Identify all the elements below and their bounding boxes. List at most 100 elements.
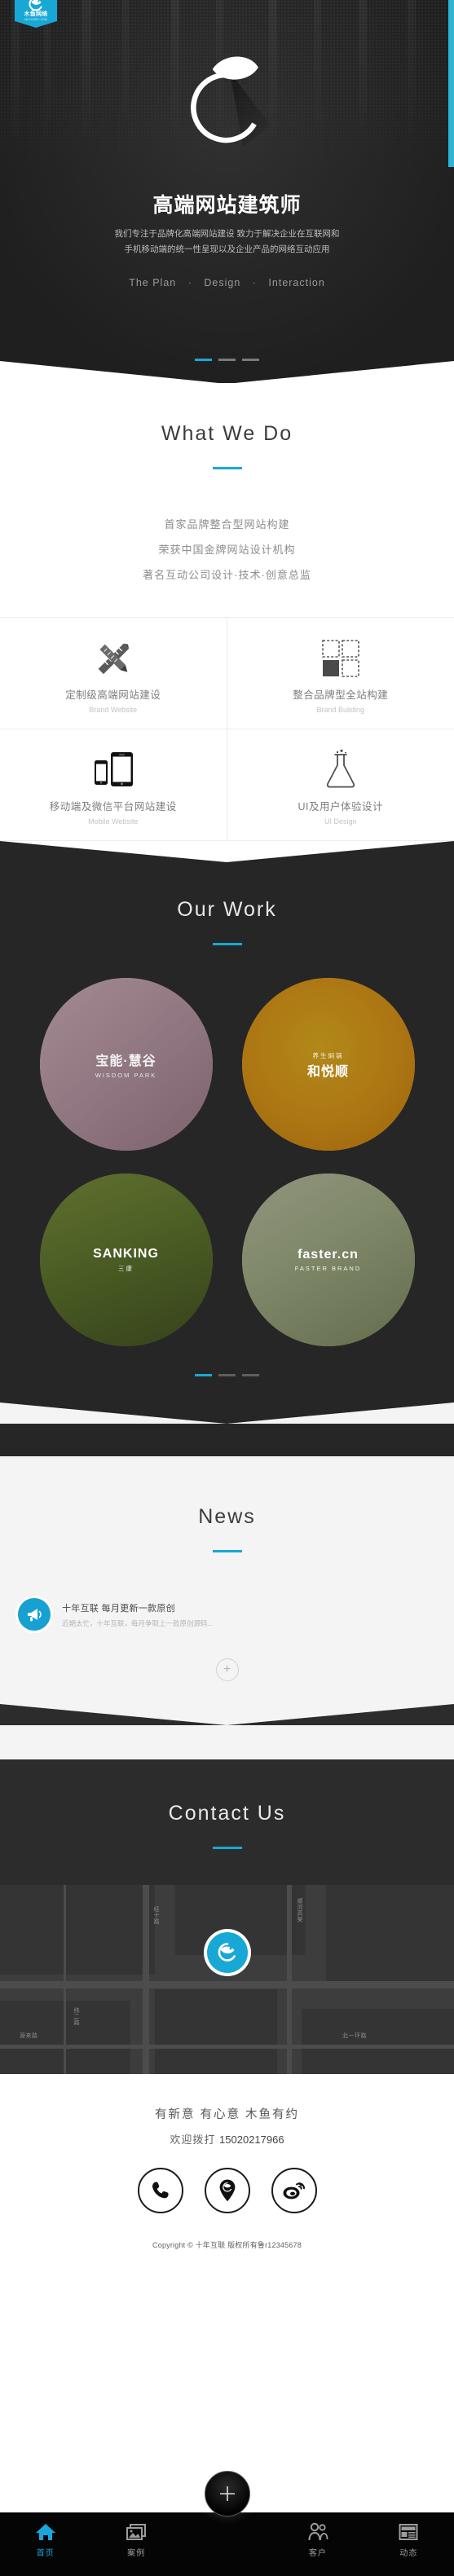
contact-slogan: 有新意 有心意 木鱼有约 [154, 2108, 300, 2121]
fish-eye-logo-icon [218, 1943, 236, 1962]
hero-tag-plan: The Plan [129, 277, 177, 288]
what-we-do-header: What We Do [0, 422, 454, 469]
tab-cases[interactable]: 案例 [90, 2521, 181, 2558]
social-weibo-button[interactable] [271, 2168, 317, 2213]
contact-title: Contact Us [168, 1802, 286, 1825]
mobile-page: 木鱼网络 MUYU0007.COM 高端网站建筑师 我们专注于品牌化高端网站建设 [0, 0, 454, 2576]
badge-domain: MUYU0007.COM [24, 18, 47, 21]
contact-section: Contact Us 经十路 顺河高架 纬二路 源来路 北一环路 有新意 有心意… [0, 1759, 454, 2250]
hero-slider-pagination[interactable] [0, 359, 454, 361]
intro-line-2: 荣获中国金牌网站设计机构 [158, 544, 296, 556]
news-underline [212, 1550, 242, 1552]
phone-tablet-icon [5, 747, 222, 793]
our-work-section: Our Work 宝能·慧谷 WISDOM PARK 养生焖锅 和悦顺 SANK… [0, 862, 454, 1456]
services-grid: 定制级高端网站建设 Brand Website 整合品牌型全站构建 Brand … [0, 617, 454, 841]
service-title-brand-building: 整合品牌型全站构建 [293, 689, 389, 701]
badge-title: 木鱼网络 [24, 11, 48, 17]
tab-home-label: 首页 [36, 2549, 55, 2558]
megaphone-icon [18, 1598, 51, 1631]
location-pin-icon [219, 2179, 235, 2202]
news-section: News 十年互联 每月更新一款原创 近期太忙，十年互联，每月争取上一款原创源码… [0, 1456, 454, 1759]
gallery-icon [90, 2521, 181, 2543]
portfolio-item-3[interactable]: SANKING 三康 [39, 1174, 213, 1346]
news-bottom-chevron [0, 1704, 454, 1725]
service-card-brand-building[interactable]: 整合品牌型全站构建 Brand Building [227, 618, 454, 729]
map-block [0, 1885, 155, 1975]
map-location-pin[interactable] [206, 1932, 248, 1973]
news-icon [364, 2521, 454, 2543]
portfolio-name-4: faster.cn [298, 1248, 359, 1262]
contact-call-label: 欢迎拨打 [170, 2133, 216, 2146]
portfolio-item-4[interactable]: faster.cn FASTER BRAND [241, 1174, 415, 1346]
service-card-brand-website[interactable]: 定制级高端网站建设 Brand Website [0, 618, 227, 729]
news-item-text: 十年互联 每月更新一款原创 近期太忙，十年互联，每月争取上一款原创源码... [62, 1601, 436, 1628]
hero-subtitle-line-2: 手机移动端的统一性呈现以及企业产品的网络互动应用 [124, 244, 330, 254]
hero-slide-dot-1[interactable] [195, 359, 212, 361]
our-work-header: Our Work [0, 898, 454, 945]
contact-header: Contact Us [0, 1802, 454, 1849]
news-item-desc: 近期太忙，十年互联，每月争取上一款原创源码... [62, 1618, 214, 1627]
tab-home[interactable]: 首页 [0, 2521, 90, 2558]
service-card-mobile-website[interactable]: 移动端及微信平台网站建设 Mobile Website [0, 729, 227, 841]
map-label: 源来路 [20, 2033, 38, 2039]
service-subtitle-mobile-website: Mobile Website [88, 817, 139, 826]
service-title-mobile-website: 移动端及微信平台网站建设 [49, 801, 177, 812]
news-list: 十年互联 每月更新一款原创 近期太忙，十年互联，每月争取上一款原创源码... [0, 1590, 454, 1639]
portfolio-grid: 宝能·慧谷 WISDOM PARK 养生焖锅 和悦顺 SANKING 三康 fa… [39, 978, 415, 1346]
map-label: 顺河高架 [297, 1898, 302, 1922]
our-work-underline [212, 943, 242, 945]
map-road-vertical [287, 1885, 292, 2074]
map-road-vertical [64, 1885, 66, 2074]
hero-slide-dot-2[interactable] [218, 359, 236, 361]
what-we-do-intro: 首家品牌整合型网站构建 荣获中国金牌网站设计机构 著名互动公司设计·技术·创意总… [0, 512, 454, 588]
hero-tag-separator-2: · [252, 277, 257, 288]
news-title: News [198, 1505, 256, 1528]
intro-line-1: 首家品牌整合型网站构建 [164, 518, 290, 531]
portfolio-label-3: SANKING 三康 [93, 1247, 159, 1273]
copyright-text: Copyright © 十年互联 版权所有鲁r12345678 [152, 2241, 302, 2249]
phone-icon [152, 2182, 169, 2199]
tab-customers-label: 客户 [308, 2549, 327, 2558]
news-load-more-button[interactable]: + [215, 1658, 239, 1681]
map-road-horizontal [0, 2045, 454, 2049]
map-label: 纬二路 [73, 2007, 79, 2026]
hero-slide-dot-3[interactable] [242, 359, 259, 361]
contact-underline [212, 1847, 242, 1849]
bottom-tab-bar: 首页 案例 客户 动态 [0, 2471, 454, 2576]
social-location-button[interactable] [204, 2168, 250, 2213]
tab-add[interactable] [182, 2471, 272, 2523]
badge-logo-icon [15, 0, 57, 11]
intro-line-3: 著名互动公司设计·技术·创意总监 [143, 569, 311, 581]
portfolio-slide-dot-1[interactable] [195, 1374, 212, 1376]
map-block [302, 2009, 454, 2074]
contact-map[interactable]: 经十路 顺河高架 纬二路 源来路 北一环路 [0, 1885, 454, 2074]
service-card-ui-design[interactable]: UI及用户体验设计 UI Design [227, 729, 454, 841]
hero-tag-separator-1: · [187, 277, 192, 288]
tab-news[interactable]: 动态 [364, 2521, 454, 2558]
social-phone-button[interactable] [137, 2168, 183, 2213]
map-block [155, 1989, 277, 2074]
hero-tags: The Plan · Design · Interaction [0, 277, 454, 288]
service-title-brand-website: 定制级高端网站建设 [65, 689, 161, 701]
service-subtitle-brand-building: Brand Building [316, 706, 365, 714]
users-icon [272, 2521, 363, 2543]
tab-customers[interactable]: 客户 [272, 2521, 363, 2558]
news-item-title: 十年互联 每月更新一款原创 [62, 1603, 175, 1614]
contact-call-line: 欢迎拨打 15020217966 [0, 2131, 454, 2147]
portfolio-item-2[interactable]: 养生焖锅 和悦顺 [241, 978, 415, 1151]
portfolio-item-1[interactable]: 宝能·慧谷 WISDOM PARK [39, 978, 213, 1151]
our-work-title: Our Work [177, 898, 277, 921]
portfolio-slider-pagination[interactable] [0, 1374, 454, 1376]
plus-icon[interactable] [204, 2471, 250, 2517]
what-we-do-underline [212, 467, 242, 469]
contact-phone-number[interactable]: 15020217966 [219, 2133, 284, 2146]
portfolio-slide-dot-2[interactable] [218, 1374, 236, 1376]
news-list-item[interactable]: 十年互联 每月更新一款原创 近期太忙，十年互联，每月争取上一款原创源码... [0, 1590, 454, 1639]
portfolio-slide-dot-3[interactable] [242, 1374, 259, 1376]
map-road-vertical [143, 1885, 149, 2074]
tab-cases-label: 案例 [127, 2549, 146, 2558]
portfolio-sub-2: 养生焖锅 [312, 1052, 344, 1059]
portfolio-label-2: 养生焖锅 和悦顺 [307, 1049, 349, 1080]
hero-section: 木鱼网络 MUYU0007.COM 高端网站建筑师 我们专注于品牌化高端网站建设 [0, 0, 454, 383]
pencil-ruler-icon [5, 636, 222, 681]
